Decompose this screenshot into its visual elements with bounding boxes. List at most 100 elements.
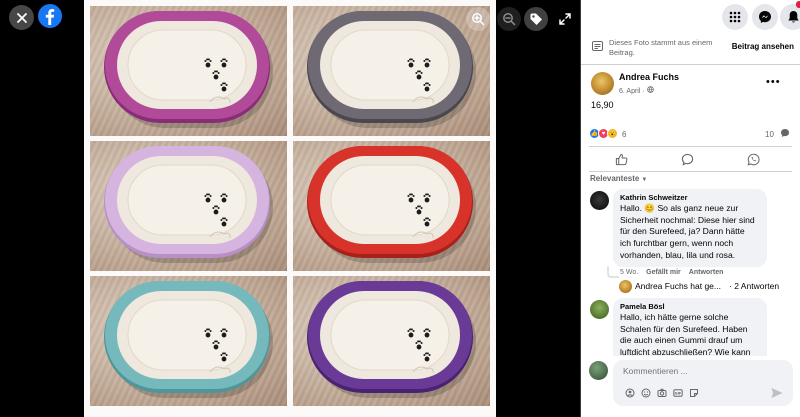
source-note-text: Dieses Foto stammt aus einem Beitrag. <box>609 38 713 57</box>
facebook-logo[interactable] <box>38 4 62 28</box>
divider <box>589 146 792 147</box>
comment-text-line: Schalen für den Surefeed. Haben <box>620 323 748 334</box>
comment-composer: GIF <box>589 360 794 410</box>
notifications-button[interactable] <box>780 4 800 30</box>
comment-bubble: Pamela Bösl Hallo, ich hätte gerne solch… <box>613 298 767 356</box>
commenter-name[interactable]: Kathrin Schweitzer <box>620 193 760 202</box>
comment-box[interactable]: GIF <box>613 360 793 406</box>
plate-image <box>307 281 476 398</box>
divider <box>581 64 800 65</box>
close-icon <box>16 12 27 23</box>
comment-bubble-icon <box>681 153 693 166</box>
comments-panel: Dieses Foto stammt aus einem Beitrag. Be… <box>581 0 800 417</box>
sticker-icon[interactable] <box>689 388 699 398</box>
comment-text-line: luftdicht abzuschließen? Wie kann <box>620 347 751 356</box>
photo[interactable] <box>84 0 496 417</box>
thumbs-up-icon <box>615 153 627 165</box>
comment-like-link[interactable]: Gefällt mir <box>646 269 681 276</box>
like-button[interactable] <box>591 151 651 167</box>
comment-bubble: Kathrin Schweitzer Hallo. 😊 So als ganz … <box>613 189 767 267</box>
plate-photo <box>90 6 287 136</box>
fullscreen-button[interactable] <box>553 7 577 31</box>
plate-bowl <box>127 29 247 101</box>
comment-sort-label: Relevanteste <box>590 174 640 183</box>
plate-bowl <box>330 299 450 371</box>
comment-button[interactable] <box>657 151 717 167</box>
commenter-avatar[interactable] <box>590 300 609 319</box>
plate-photo <box>293 141 490 271</box>
grid-menu-icon <box>729 11 741 23</box>
comment-sort-dropdown[interactable]: Relevanteste ▼ <box>590 174 647 183</box>
more-options-button[interactable]: ••• <box>766 76 781 88</box>
svg-text:GIF: GIF <box>675 392 682 396</box>
messenger-icon <box>759 11 771 23</box>
plate-bowl <box>127 164 247 236</box>
zoom-in-button[interactable] <box>466 7 490 31</box>
plate-photo <box>90 276 287 406</box>
post-text: 16,90 <box>591 100 614 110</box>
commenter-name[interactable]: Pamela Bösl <box>620 302 760 311</box>
comment-text-line: ich furchtbar gern, wenn noch <box>620 238 734 249</box>
reply-preview-text: Andrea Fuchs hat ge... <box>635 281 721 291</box>
comment-text-line: Hallo, ich hätte gerne solche <box>620 312 729 322</box>
author-avatar[interactable] <box>591 72 614 95</box>
gif-icon[interactable]: GIF <box>673 388 683 398</box>
fullscreen-icon <box>559 13 571 25</box>
globe-icon <box>646 86 654 93</box>
comment-meta: 5 Wo. Gefällt mir Antworten <box>620 269 731 276</box>
photo-viewer <box>0 0 581 417</box>
whatsapp-share-button[interactable] <box>723 151 783 167</box>
comment-input[interactable] <box>623 366 783 376</box>
menu-button[interactable] <box>722 4 748 30</box>
tag-button[interactable] <box>524 7 548 31</box>
reply-count: · 2 Antworten <box>729 281 780 291</box>
plate-image <box>104 281 273 398</box>
plate-image <box>307 11 476 128</box>
post-date-text: 6. April · <box>619 88 647 95</box>
author-name[interactable]: Andrea Fuchs <box>619 72 679 82</box>
zoom-in-icon <box>472 13 485 26</box>
comment-count[interactable]: 10 <box>765 130 774 139</box>
wow-reaction-icon: 😮 <box>607 128 618 139</box>
comment-count-icon <box>781 129 789 137</box>
bell-icon <box>787 11 799 23</box>
close-button[interactable] <box>9 5 34 30</box>
current-user-avatar[interactable] <box>589 361 608 380</box>
source-note: Dieses Foto stammt aus einem Beitrag. Be… <box>589 38 794 60</box>
camera-icon[interactable] <box>657 388 667 398</box>
reply-author-avatar[interactable] <box>619 280 632 293</box>
comment-text-line: für den Surefeed, ja? Dann hätte <box>620 226 745 237</box>
send-icon[interactable] <box>770 386 784 400</box>
comment-reply-link[interactable]: Antworten <box>689 269 724 276</box>
facebook-f-icon <box>45 9 55 25</box>
plate-photo <box>90 141 287 271</box>
comment-text-line: vorhanden, blau, lila und rosa. <box>620 249 736 260</box>
comment-text-line: die auch einen Gummi drauf um <box>620 335 743 346</box>
reply-preview[interactable]: Andrea Fuchs hat ge... · 2 Antworten <box>635 281 787 291</box>
plate-bowl <box>330 29 450 101</box>
plate-bowl <box>330 164 450 236</box>
messenger-button[interactable] <box>752 4 778 30</box>
commenter-avatar[interactable] <box>590 191 609 210</box>
notification-badge <box>796 1 800 8</box>
emoji-icon[interactable] <box>641 388 651 398</box>
top-bar <box>581 0 800 33</box>
comment-age[interactable]: 5 Wo. <box>620 269 638 276</box>
post-date[interactable]: 6. April · <box>619 86 654 95</box>
comment-list: Kathrin Schweitzer Hallo. 😊 So als ganz … <box>581 186 800 356</box>
screen: Dieses Foto stammt aus einem Beitrag. Be… <box>0 0 800 417</box>
avatar-sticker-icon[interactable] <box>625 388 635 398</box>
plate-bowl <box>127 299 247 371</box>
comment-text-line: Sicherheit nochmal: Diese hier sind <box>620 214 755 225</box>
whatsapp-icon <box>747 153 760 165</box>
zoom-out-icon <box>503 13 516 26</box>
reaction-count[interactable]: 6 <box>622 130 626 139</box>
comment-text-line: Hallo. 😊 So als ganz neue zur <box>620 203 739 213</box>
view-post-link[interactable]: Beitrag ansehen <box>732 42 794 51</box>
plate-image <box>104 11 273 128</box>
plate-image <box>307 146 476 263</box>
reply-thread-icon <box>607 266 619 278</box>
divider <box>589 171 792 172</box>
caret-down-icon: ▼ <box>641 177 648 183</box>
zoom-out-button[interactable] <box>497 7 521 31</box>
